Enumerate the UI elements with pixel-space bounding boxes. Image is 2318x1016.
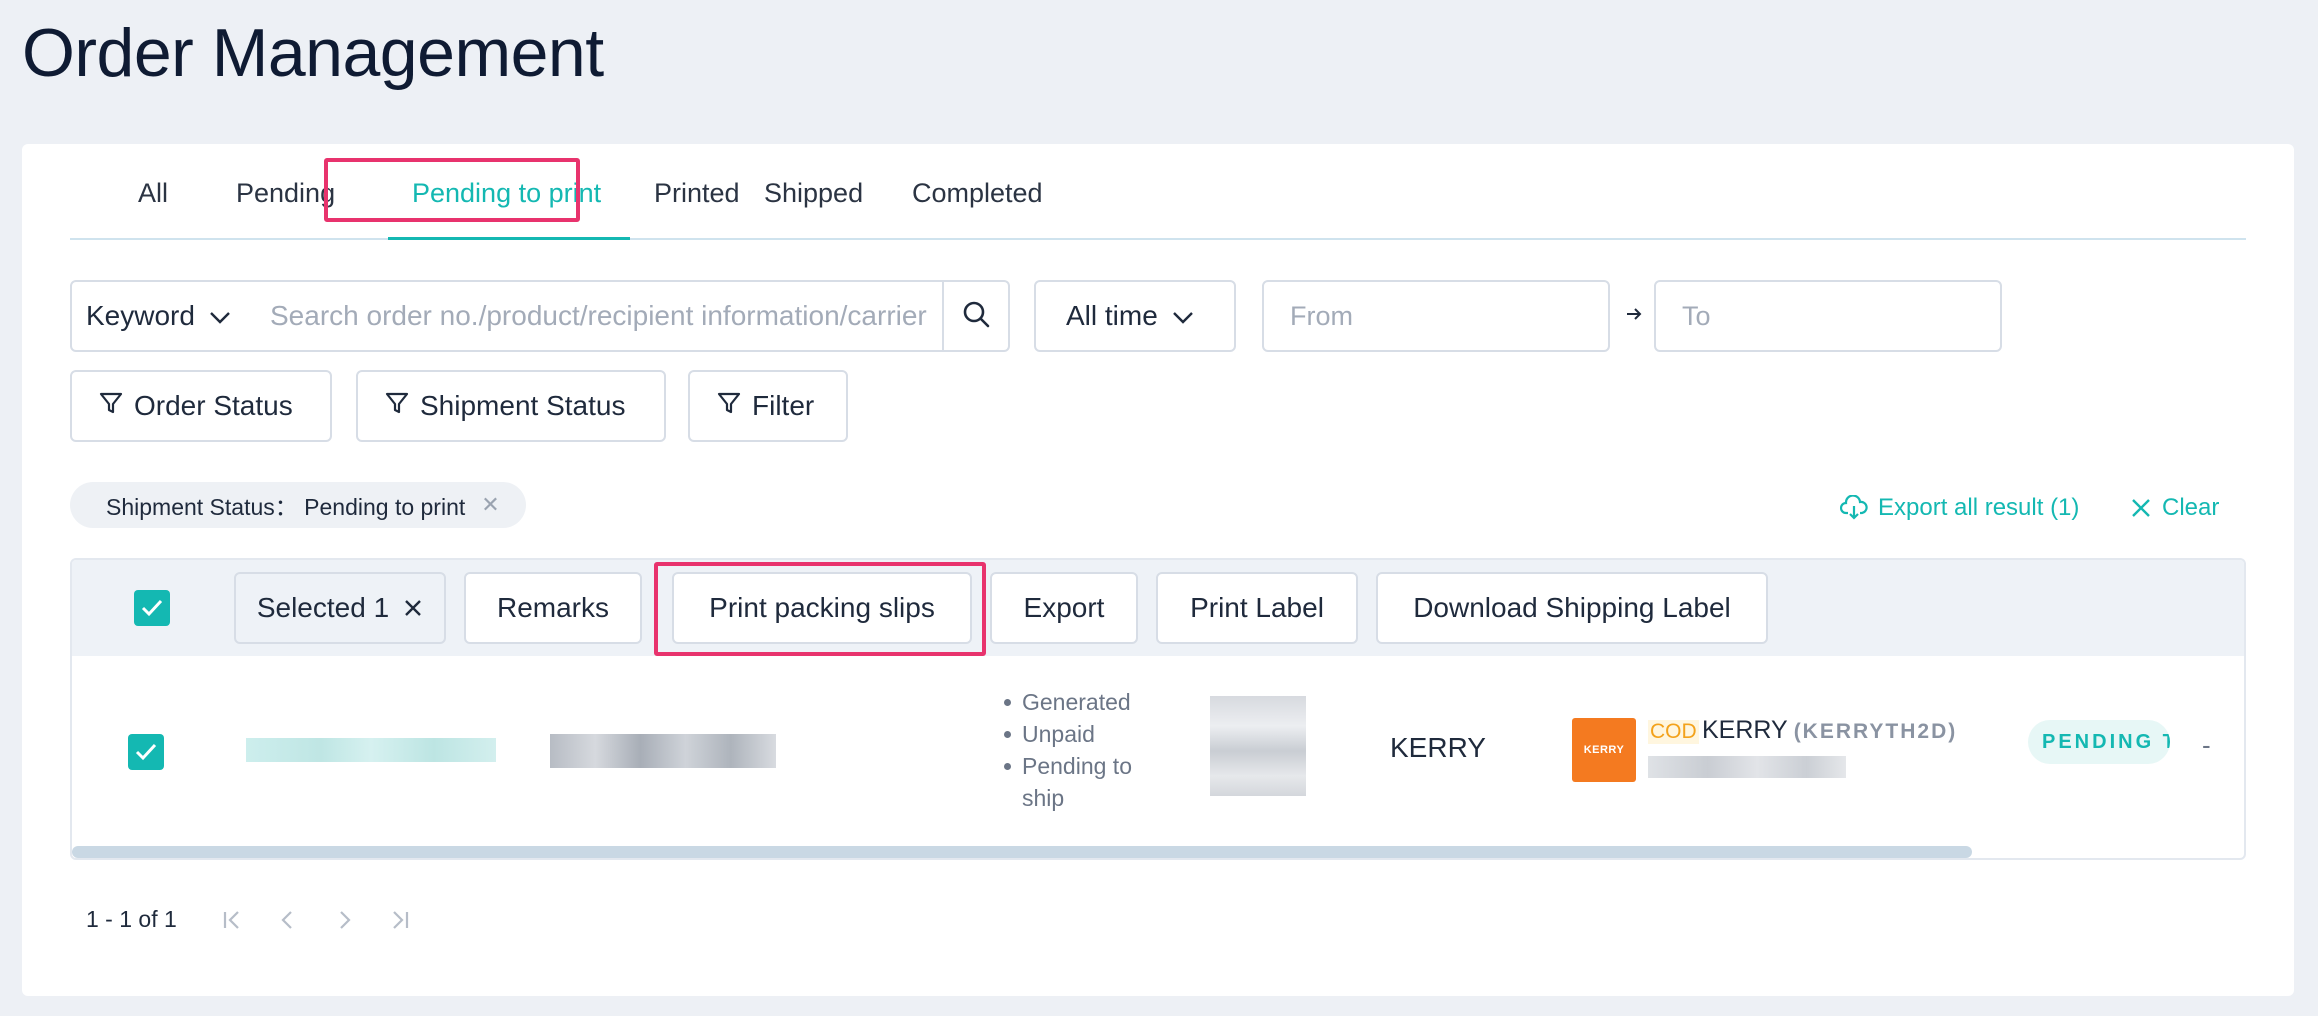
date-from-input[interactable] xyxy=(1262,280,1610,352)
filter-icon xyxy=(716,390,752,423)
arrow-right-icon xyxy=(1624,304,1644,329)
product-redacted xyxy=(550,734,776,768)
row-checkbox[interactable] xyxy=(128,734,164,770)
horizontal-scrollbar[interactable] xyxy=(72,846,1972,858)
shipping-carrier-name: KERRY xyxy=(1702,716,1788,744)
first-page-icon[interactable] xyxy=(220,908,244,937)
close-icon[interactable] xyxy=(403,598,423,618)
last-page-icon[interactable] xyxy=(388,908,412,937)
remarks-button[interactable]: Remarks xyxy=(464,572,642,644)
time-range-select[interactable]: All time xyxy=(1034,280,1236,352)
order-number-redacted[interactable] xyxy=(246,738,496,762)
filter-icon xyxy=(98,390,134,423)
status-item: Pending to ship xyxy=(1002,750,1152,814)
keyword-select-label: Keyword xyxy=(86,300,195,331)
order-status-list: Generated Unpaid Pending to ship xyxy=(1002,686,1152,814)
status-tabs: All Pending Pending to print Printed Shi… xyxy=(70,144,2246,240)
print-packing-slips-button[interactable]: Print packing slips xyxy=(672,572,972,644)
search-box xyxy=(254,280,1010,352)
tab-all[interactable]: All xyxy=(138,178,168,209)
print-label-button[interactable]: Print Label xyxy=(1156,572,1358,644)
active-filter-chip-label: Shipment Status： Pending to print xyxy=(106,494,466,520)
shipment-status-filter-label: Shipment Status xyxy=(420,390,626,421)
status-item: Unpaid xyxy=(1002,718,1152,750)
next-page-icon[interactable] xyxy=(332,908,356,937)
status-badge: PENDING TO PRINT xyxy=(2028,720,2170,764)
tracking-number-redacted xyxy=(1648,756,1846,778)
export-all-label: Export all result (1) xyxy=(1878,494,2080,521)
cod-tag: COD xyxy=(1648,720,1699,744)
empty-cell: - xyxy=(2202,730,2211,760)
clear-link[interactable]: Clear xyxy=(2130,494,2219,522)
time-range-label: All time xyxy=(1066,300,1158,331)
order-card: All Pending Pending to print Printed Shi… xyxy=(22,144,2294,996)
active-filter-chip: Shipment Status： Pending to print ✕ xyxy=(70,482,526,528)
tab-shipped[interactable]: Shipped xyxy=(764,178,863,209)
product-image-redacted xyxy=(1210,696,1306,796)
shipment-status-filter-button[interactable]: Shipment Status xyxy=(356,370,666,442)
close-icon xyxy=(2130,497,2152,519)
order-status-filter-label: Order Status xyxy=(134,390,293,421)
previous-page-icon[interactable] xyxy=(276,908,300,937)
table-row[interactable]: Generated Unpaid Pending to ship KERRY K… xyxy=(72,656,2244,846)
keyword-select[interactable]: Keyword xyxy=(70,280,256,352)
active-tab-indicator xyxy=(388,237,630,240)
date-to-input[interactable] xyxy=(1654,280,2002,352)
orders-table: Selected 1 Remarks Print packing slips E… xyxy=(70,558,2246,860)
tab-pending[interactable]: Pending xyxy=(236,178,335,209)
selected-count-label: Selected 1 xyxy=(256,592,390,623)
clear-label: Clear xyxy=(2162,494,2220,521)
pagination-summary: 1 - 1 of 1 xyxy=(86,906,177,932)
download-shipping-label-button[interactable]: Download Shipping Label xyxy=(1376,572,1768,644)
filter-icon xyxy=(384,390,420,423)
carrier-name: KERRY xyxy=(1390,732,1486,763)
page-title: Order Management xyxy=(22,15,604,91)
search-icon xyxy=(961,299,991,334)
export-button[interactable]: Export xyxy=(990,572,1138,644)
tab-pending-to-print[interactable]: Pending to print xyxy=(412,178,601,209)
shipping-carrier-code: (KERRYTH2D) xyxy=(1793,720,1958,743)
filter-button[interactable]: Filter xyxy=(688,370,848,442)
cloud-download-icon xyxy=(1840,495,1868,521)
filter-label: Filter xyxy=(752,390,815,421)
kerry-logo: KERRY xyxy=(1572,718,1636,782)
close-icon[interactable]: ✕ xyxy=(481,492,499,518)
status-item: Generated xyxy=(1002,686,1152,718)
search-button[interactable] xyxy=(942,282,1008,350)
export-all-link[interactable]: Export all result (1) xyxy=(1840,494,2079,522)
chevron-down-icon xyxy=(209,300,231,332)
bulk-action-toolbar: Selected 1 Remarks Print packing slips E… xyxy=(72,560,2244,656)
shipping-carrier: KERRY (KERRYTH2D) xyxy=(1702,716,1957,745)
chevron-down-icon xyxy=(1172,300,1194,332)
selected-count-button[interactable]: Selected 1 xyxy=(234,572,446,644)
select-all-checkbox[interactable] xyxy=(134,590,170,626)
tab-completed[interactable]: Completed xyxy=(912,178,1043,209)
search-input[interactable] xyxy=(270,292,942,340)
tab-printed[interactable]: Printed xyxy=(654,178,740,209)
order-status-filter-button[interactable]: Order Status xyxy=(70,370,332,442)
